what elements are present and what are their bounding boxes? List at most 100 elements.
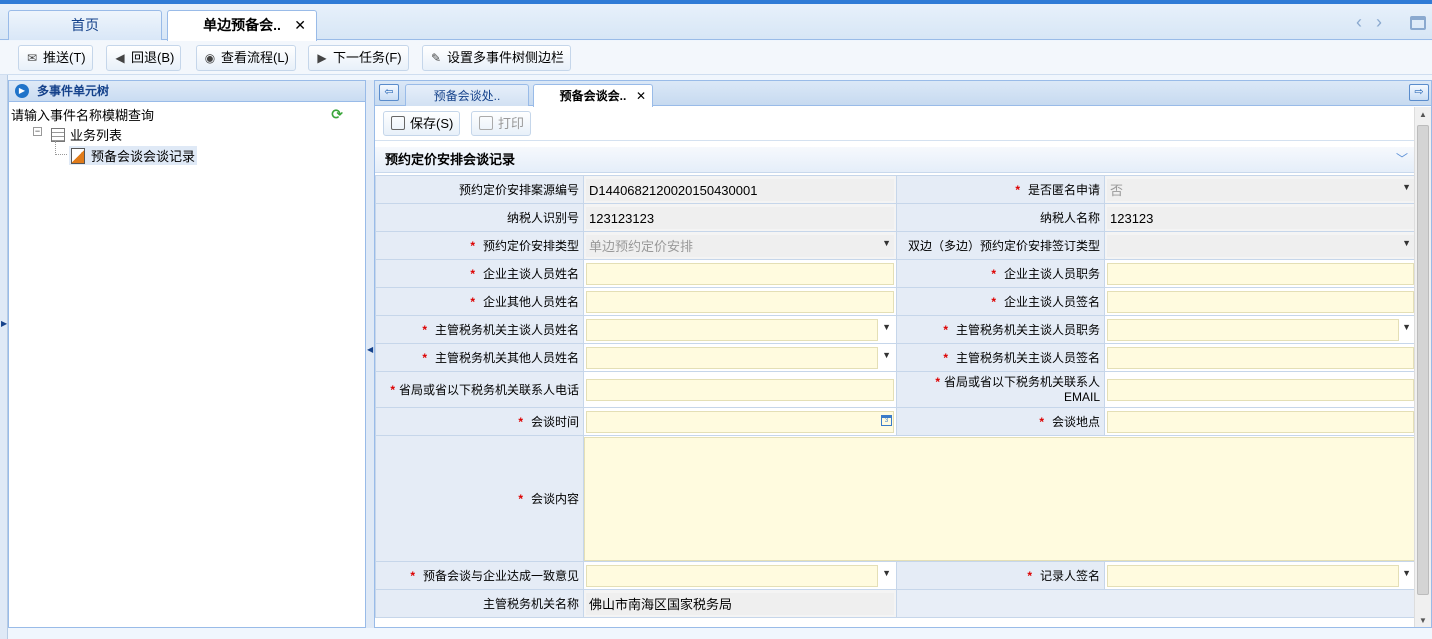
event-tree-panel: ▶ 多事件单元树 请输入事件名称模糊查询 ⟳ − 业务列表 预备会谈会谈记录 xyxy=(8,80,366,628)
scroll-up-icon[interactable]: ▲ xyxy=(1415,107,1431,123)
bilateral-type-select[interactable] xyxy=(1107,234,1414,257)
required-mark: * xyxy=(518,415,523,429)
prov-phone-input[interactable] xyxy=(586,378,894,401)
anonymous-select[interactable]: 否 xyxy=(1107,178,1414,201)
required-mark: * xyxy=(943,351,948,365)
collapse-arrow-icon[interactable]: ◀ xyxy=(367,345,373,354)
tab-unilateral-meeting[interactable]: 单边预备会.. ✕ xyxy=(167,10,317,41)
ent-main-name-input[interactable] xyxy=(586,262,894,285)
ent-sign-input[interactable] xyxy=(1107,290,1414,313)
event-tree-header: ▶ 多事件单元树 xyxy=(9,81,365,102)
expand-arrow-icon[interactable]: ▶ xyxy=(1,319,7,328)
scroll-right-icon[interactable]: ⇨ xyxy=(1409,84,1429,101)
ent-main-title-label: 企业主谈人员职务 xyxy=(1003,267,1100,281)
required-mark: * xyxy=(422,351,427,365)
tab-meeting-record[interactable]: 预备会谈会.. ✕ xyxy=(533,84,653,107)
top-accent-line xyxy=(0,0,1432,4)
print-button[interactable]: 打印 xyxy=(471,111,532,136)
scroll-left-icon[interactable]: ⇦ xyxy=(379,84,399,101)
tab-scroll-arrows[interactable]: ‹› xyxy=(1356,12,1396,33)
back-button[interactable]: ◀ 回退(B) xyxy=(106,45,182,71)
next-task-button[interactable]: ▶ 下一任务(F) xyxy=(308,45,409,71)
close-icon[interactable]: ✕ xyxy=(636,85,646,107)
required-mark: * xyxy=(518,492,523,506)
floppy-icon xyxy=(391,116,405,130)
close-icon[interactable]: ✕ xyxy=(294,11,306,39)
meeting-place-label: 会谈地点 xyxy=(1051,415,1100,429)
required-mark: * xyxy=(410,569,415,583)
push-button-label: 推送(T) xyxy=(43,50,86,65)
building-icon xyxy=(51,128,65,142)
chevron-left-icon[interactable]: ‹ xyxy=(1356,12,1376,32)
tax-main-name-select[interactable] xyxy=(586,318,878,341)
dropdown-arrow-icon[interactable]: ▼ xyxy=(1402,182,1411,192)
required-mark: * xyxy=(390,383,395,397)
tree-node-meeting-record[interactable]: 预备会谈会谈记录 xyxy=(69,146,198,165)
left-collapse-edge[interactable]: ▶ xyxy=(0,75,8,639)
panel-splitter[interactable]: ◀ xyxy=(366,80,374,628)
set-sidebar-button[interactable]: ✎ 设置多事件树侧边栏 xyxy=(422,45,572,71)
ent-main-title-input[interactable] xyxy=(1107,262,1414,285)
dropdown-arrow-icon[interactable]: ▼ xyxy=(1402,568,1411,578)
prov-email-input[interactable] xyxy=(1107,378,1414,401)
inner-tab-bar: ⇦ 预备会谈处.. 预备会谈会.. ✕ ⇨ xyxy=(375,81,1431,107)
consensus-label: 预备会谈与企业达成一致意见 xyxy=(422,569,579,583)
back-button-label: 回退(B) xyxy=(131,50,175,65)
save-button[interactable]: 保存(S) xyxy=(383,111,461,136)
event-search-input[interactable]: 请输入事件名称模糊查询 xyxy=(11,105,154,124)
printer-icon xyxy=(479,116,493,130)
chevron-down-icon[interactable]: ﹀ xyxy=(1396,147,1408,172)
recorder-sign-select[interactable] xyxy=(1107,564,1399,587)
dropdown-arrow-icon[interactable]: ▼ xyxy=(1402,322,1411,332)
skip-next-icon: ▶ xyxy=(317,51,327,65)
tab-unilateral-meeting-label: 单边预备会.. xyxy=(203,17,281,33)
tax-sign-input[interactable] xyxy=(1107,346,1414,369)
dropdown-arrow-icon[interactable]: ▼ xyxy=(882,350,891,360)
tax-main-name-label: 主管税务机关主谈人员姓名 xyxy=(434,323,579,337)
next-task-button-label: 下一任务(F) xyxy=(333,50,402,65)
tax-main-title-select[interactable] xyxy=(1107,318,1399,341)
bilateral-type-label: 双边（多边）预约定价安排签订类型 xyxy=(896,231,1105,260)
prov-phone-label: 省局或省以下税务机关联系人电话 xyxy=(398,383,579,397)
ent-other-name-input[interactable] xyxy=(586,290,894,313)
meeting-time-label: 会谈时间 xyxy=(530,415,579,429)
collapse-node-icon[interactable]: − xyxy=(33,127,42,136)
apa-type-select[interactable]: 单边预约定价安排 xyxy=(586,234,894,257)
meeting-place-input[interactable] xyxy=(1107,410,1414,433)
tax-other-name-select[interactable] xyxy=(586,346,878,369)
tab-home-label: 首页 xyxy=(71,17,99,33)
dropdown-arrow-icon[interactable]: ▼ xyxy=(882,238,891,248)
envelope-icon: ✉ xyxy=(26,51,38,65)
vertical-scrollbar[interactable]: ▲ ▼ xyxy=(1414,107,1431,627)
required-mark: * xyxy=(1027,569,1032,583)
scroll-down-icon[interactable]: ▼ xyxy=(1415,613,1431,627)
content-textarea[interactable] xyxy=(584,436,1416,561)
tab-meeting-handle[interactable]: 预备会谈处.. xyxy=(405,84,529,106)
form-toolbar: 保存(S) 打印 xyxy=(375,107,1415,141)
print-button-label: 打印 xyxy=(498,116,525,131)
consensus-select[interactable] xyxy=(586,564,878,587)
dropdown-arrow-icon[interactable]: ▼ xyxy=(882,322,891,332)
section-header[interactable]: 预约定价安排会谈记录 ﹀ xyxy=(375,147,1416,173)
tab-meeting-record-label: 预备会谈会.. xyxy=(559,89,627,103)
scroll-thumb[interactable] xyxy=(1417,125,1429,595)
required-mark: * xyxy=(991,267,996,281)
tax-main-title-label: 主管税务机关主谈人员职务 xyxy=(955,323,1100,337)
meeting-time-input[interactable] xyxy=(586,410,894,433)
tree-connector xyxy=(55,141,67,155)
recorder-sign-label: 记录人签名 xyxy=(1039,569,1100,583)
view-flow-button[interactable]: ◉ 查看流程(L) xyxy=(196,45,296,71)
dropdown-arrow-icon[interactable]: ▼ xyxy=(1402,238,1411,248)
push-button[interactable]: ✉ 推送(T) xyxy=(18,45,93,71)
maximize-icon[interactable] xyxy=(1410,16,1426,30)
play-circle-icon[interactable]: ▶ xyxy=(15,84,29,98)
required-mark: * xyxy=(991,295,996,309)
calendar-icon[interactable]: 3 xyxy=(881,415,892,426)
required-mark: * xyxy=(1039,415,1044,429)
refresh-icon[interactable]: ⟳ xyxy=(331,106,343,123)
meeting-record-form: 预约定价安排案源编号 D1440682120020150430001 * 是否匿名… xyxy=(375,175,1417,618)
dropdown-arrow-icon[interactable]: ▼ xyxy=(882,568,891,578)
document-icon xyxy=(71,148,85,164)
chevron-right-icon[interactable]: › xyxy=(1376,12,1396,32)
tab-home[interactable]: 首页 xyxy=(8,10,162,40)
